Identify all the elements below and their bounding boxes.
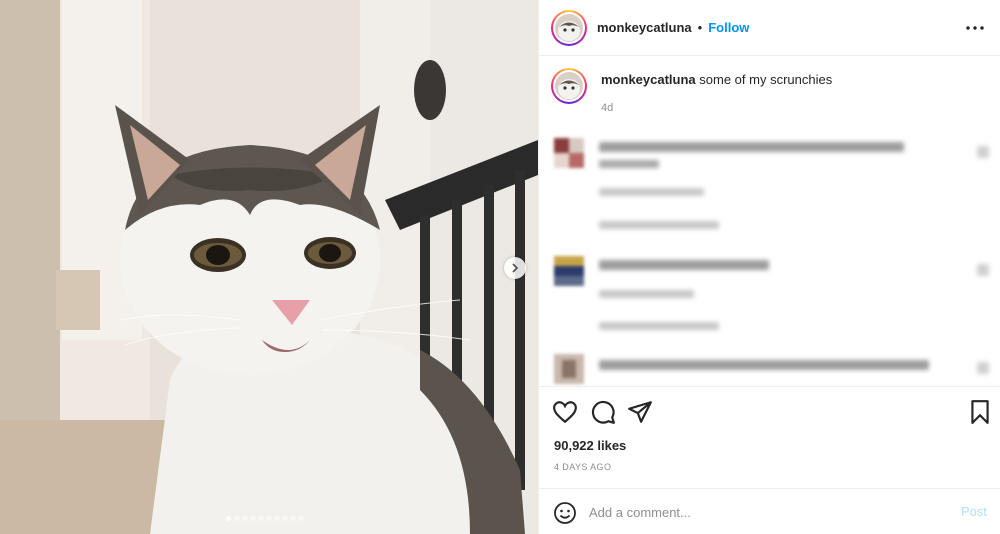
caption-username[interactable]: monkeycatluna [601, 72, 696, 87]
avatar-image [555, 13, 583, 42]
comment-input[interactable] [589, 502, 919, 522]
likes-count[interactable]: 90,922 likes [554, 438, 626, 453]
comment-replies-blurred [599, 322, 719, 330]
carousel-dot [290, 516, 295, 521]
comment-avatar [554, 256, 584, 286]
post-comment-button[interactable]: Post [961, 504, 987, 519]
post-caption: monkeycatluna some of my scrunchies 4d [551, 68, 832, 114]
avatar[interactable] [551, 9, 587, 46]
comment-avatar [554, 138, 584, 168]
caption-avatar-image [555, 72, 583, 100]
comment-meta-blurred [599, 290, 694, 298]
carousel-dot [298, 516, 303, 521]
header-username[interactable]: monkeycatluna [597, 20, 692, 35]
comment-avatar [554, 354, 584, 384]
carousel-indicator [226, 516, 303, 521]
carousel-dot [274, 516, 279, 521]
comment-text-blurred [599, 260, 769, 270]
follow-button[interactable]: Follow [708, 20, 749, 35]
header-separator: • [697, 20, 703, 35]
post-actions: 90,922 likes 4 DAYS AGO [539, 386, 1000, 486]
cat-photo [0, 0, 538, 534]
comment-text-blurred [599, 160, 659, 168]
comment-form: Post [539, 488, 1000, 534]
caption-text: some of my scrunchies [695, 72, 833, 87]
comment-replies-blurred [599, 221, 719, 229]
carousel-dot [266, 516, 271, 521]
emoji-icon[interactable] [553, 501, 577, 525]
heart-icon[interactable] [552, 399, 578, 425]
caption-text-block: monkeycatluna some of my scrunchies [601, 71, 832, 104]
send-icon[interactable] [627, 399, 653, 425]
caption-avatar[interactable] [551, 68, 587, 104]
post-side-panel: monkeycatluna • Follow monkeycatluna som… [538, 0, 1000, 534]
more-options-button[interactable] [963, 17, 987, 39]
carousel-dot [282, 516, 287, 521]
carousel-dot [250, 516, 255, 521]
comment-like-blurred [977, 362, 989, 374]
carousel-dot [234, 516, 239, 521]
comment-text-blurred [599, 142, 904, 152]
chevron-right-icon [512, 263, 519, 273]
comment-icon[interactable] [590, 399, 616, 425]
comment-text-blurred [599, 360, 929, 370]
post-media[interactable] [0, 0, 538, 534]
carousel-dot [226, 516, 231, 521]
bookmark-icon[interactable] [967, 399, 993, 425]
carousel-dot [242, 516, 247, 521]
more-icon [966, 26, 984, 30]
carousel-next-button[interactable] [504, 257, 526, 279]
comment-like-blurred [977, 264, 989, 276]
post-date: 4 DAYS AGO [554, 462, 612, 472]
carousel-dot [258, 516, 263, 521]
caption-timestamp: 4d [601, 102, 614, 114]
post-header: monkeycatluna • Follow [539, 0, 1000, 56]
post-viewer: monkeycatluna • Follow monkeycatluna som… [0, 0, 1000, 534]
comment-like-blurred [977, 146, 989, 158]
comment-meta-blurred [599, 188, 704, 196]
